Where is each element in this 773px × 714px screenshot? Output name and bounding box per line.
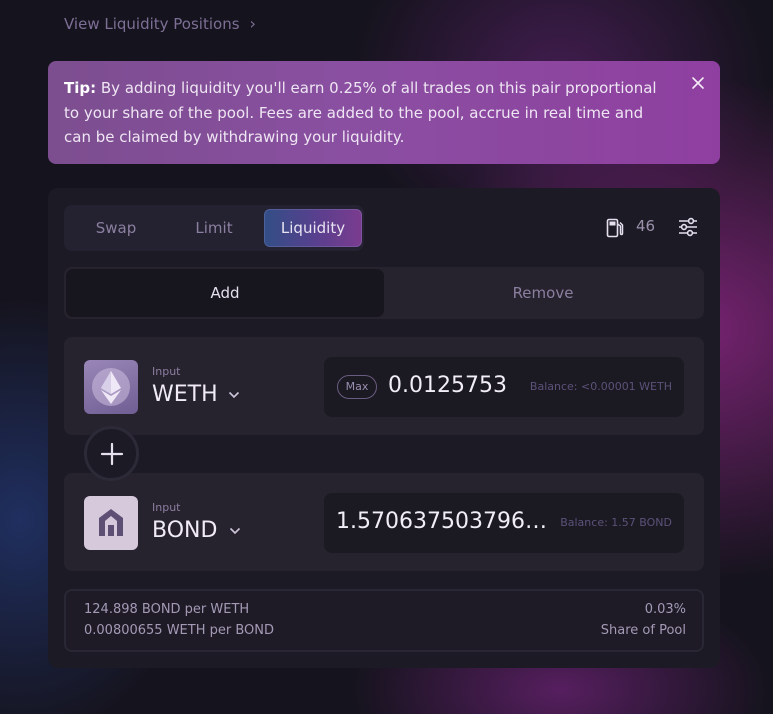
token-a-amount-box: Max 0.0125753 Balance: <0.00001 WETH (324, 357, 684, 417)
pool-share-label: Share of Pool (600, 623, 686, 638)
tab-swap[interactable]: Swap (74, 209, 158, 247)
max-button[interactable]: Max (337, 375, 377, 399)
add-button[interactable]: Add (66, 269, 384, 317)
liquidity-card: Swap Limit Liquidity 46 Add Remove Input (48, 188, 720, 668)
token-a-balance: Balance: <0.00001 WETH (529, 380, 672, 393)
pool-share-value: 0.03% (644, 602, 686, 617)
bond-icon (84, 496, 138, 550)
sliders-icon[interactable] (678, 217, 698, 237)
token-b-balance: Balance: 1.57 BOND (560, 516, 672, 529)
remove-button[interactable]: Remove (384, 269, 702, 317)
token-a-selector[interactable]: WETH (152, 382, 218, 407)
plus-icon (84, 426, 139, 481)
tip-label: Tip: (64, 79, 97, 97)
tab-limit[interactable]: Limit (172, 209, 256, 247)
token-b-panel: Input BOND 1.5706375037968... Balance: 1… (64, 473, 704, 571)
view-liquidity-positions-link[interactable]: View Liquidity Positions › (64, 14, 256, 33)
token-b-sub-label: Input (152, 501, 181, 514)
pool-info-panel: 124.898 BOND per WETH 0.00800655 WETH pe… (64, 589, 704, 652)
gas-price: 46 (636, 217, 656, 235)
token-a-amount-input[interactable]: 0.0125753 (388, 373, 507, 398)
close-icon[interactable] (690, 75, 706, 91)
chevron-right-icon: › (249, 14, 256, 33)
token-b-amount-box: 1.5706375037968... Balance: 1.57 BOND (324, 493, 684, 553)
token-a-panel: Input WETH Max 0.0125753 Balance: <0.000… (64, 337, 704, 435)
token-a-sub-label: Input (152, 365, 181, 378)
tab-liquidity[interactable]: Liquidity (264, 209, 362, 247)
ethereum-icon (84, 360, 138, 414)
token-b-amount-input[interactable]: 1.5706375037968... (336, 509, 554, 534)
view-liquidity-positions-label: View Liquidity Positions (64, 14, 240, 33)
chevron-down-icon[interactable] (228, 387, 240, 403)
tip-text: By adding liquidity you'll earn 0.25% of… (64, 79, 657, 146)
chevron-down-icon[interactable] (229, 523, 241, 539)
gas-pump-icon (606, 218, 624, 238)
price-bond-per-weth: 124.898 BOND per WETH (84, 602, 250, 617)
price-weth-per-bond: 0.00800655 WETH per BOND (84, 623, 275, 638)
token-b-selector[interactable]: BOND (152, 518, 217, 543)
trade-tabs: Swap Limit Liquidity (64, 205, 364, 251)
add-remove-toggle: Add Remove (64, 267, 704, 319)
tip-banner: Tip: By adding liquidity you'll earn 0.2… (48, 61, 720, 164)
